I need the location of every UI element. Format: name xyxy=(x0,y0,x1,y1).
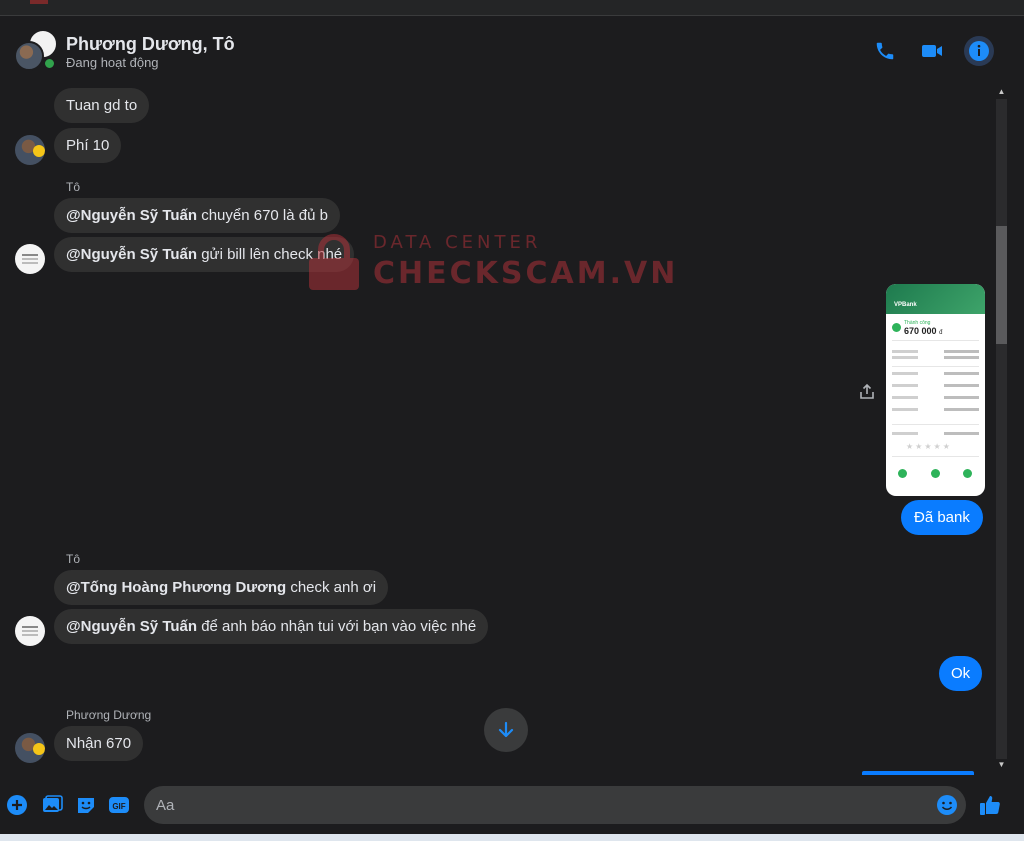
conversation-title[interactable]: Phương Dương, Tô xyxy=(66,34,235,55)
mention-link[interactable]: @Nguyễn Sỹ Tuấn xyxy=(66,246,197,263)
amount-currency: đ xyxy=(939,330,943,336)
scroll-up-arrow[interactable]: ▲ xyxy=(996,85,1007,99)
svg-text:GIF: GIF xyxy=(112,802,125,811)
divider xyxy=(892,456,979,457)
sender-name: Phương Dương xyxy=(66,708,152,722)
message-text: chuyển 670 là đủ b xyxy=(197,207,328,224)
rating-stars: ★★★★★ xyxy=(906,442,952,451)
message-bubble[interactable]: Nhận 670 xyxy=(54,726,144,761)
share-icon[interactable] xyxy=(858,383,876,401)
success-check-icon xyxy=(892,323,901,332)
receipt-amount: 670 000 đ xyxy=(904,326,942,336)
message-bubble[interactable]: @Nguyễn Sỹ Tuấn chuyển 670 là đủ b xyxy=(54,198,340,233)
avatar[interactable] xyxy=(15,135,45,165)
message-list: Tuan gd to Phí 10 Tô @Nguyễn Sỹ Tuấn chu… xyxy=(0,83,993,775)
message-text: check anh ơi xyxy=(286,579,377,596)
message-text: Phí 10 xyxy=(66,137,110,154)
receipt-brand: VPBank xyxy=(894,302,917,308)
message-bubble[interactable]: Tuan gd to xyxy=(54,88,150,123)
divider xyxy=(892,340,979,341)
divider xyxy=(892,424,979,425)
message-bubble-outgoing[interactable]: Đã bank xyxy=(901,500,983,535)
receipt-row xyxy=(892,384,979,387)
receipt-row xyxy=(892,372,979,375)
divider xyxy=(892,366,979,367)
scrollbar[interactable]: ▲ ▼ xyxy=(993,83,1010,775)
message-bubble[interactable]: Phí 10 xyxy=(54,128,122,163)
message-text: Ok xyxy=(951,665,971,682)
avatar[interactable] xyxy=(15,733,45,763)
message-composer: GIF xyxy=(0,776,1024,834)
message-bubble[interactable]: @Nguyễn Sỹ Tuấn để anh báo nhận tui với … xyxy=(54,609,489,644)
scroll-track[interactable] xyxy=(996,99,1007,759)
message-input[interactable] xyxy=(144,786,966,824)
tab-marker xyxy=(30,0,48,4)
window-bottom-edge xyxy=(0,834,1024,841)
receipt-row xyxy=(892,432,979,435)
info-icon[interactable] xyxy=(964,36,994,66)
image-icon[interactable] xyxy=(41,794,63,816)
scroll-down-arrow[interactable]: ▼ xyxy=(996,758,1007,772)
receipt-header: VPBank xyxy=(886,284,985,314)
avatar-primary xyxy=(14,41,44,71)
gif-icon[interactable]: GIF xyxy=(108,794,130,816)
receipt-row xyxy=(892,350,979,353)
message-text: gửi bill lên check nhé xyxy=(197,246,343,263)
receipt-row xyxy=(892,396,979,399)
message-text: để anh báo nhận tui với bạn vào việc nhé xyxy=(197,618,477,635)
group-avatar[interactable] xyxy=(14,29,60,75)
online-status-dot xyxy=(43,57,56,70)
receipt-row xyxy=(892,356,979,359)
receipt-action-icon xyxy=(963,469,972,478)
jump-to-latest-button[interactable] xyxy=(484,708,528,752)
mention-link[interactable]: @Nguyễn Sỹ Tuấn xyxy=(66,207,197,224)
receipt-action-icon xyxy=(898,469,907,478)
plus-icon[interactable] xyxy=(6,794,28,816)
phone-icon[interactable] xyxy=(871,37,899,65)
receipt-action-icon xyxy=(931,469,940,478)
emoji-icon[interactable] xyxy=(936,794,958,816)
amount-value: 670 000 xyxy=(904,326,937,336)
message-bubble[interactable]: @Tống Hoàng Phương Dương check anh ơi xyxy=(54,570,389,605)
avatar[interactable] xyxy=(15,244,45,274)
conversation-header: Phương Dương, Tô Đang hoạt động xyxy=(0,17,1024,83)
window-top-strip xyxy=(0,0,1024,16)
active-status: Đang hoạt động xyxy=(66,55,159,70)
messenger-window: Phương Dương, Tô Đang hoạt động Tuan gd … xyxy=(0,0,1024,841)
sender-name: Tô xyxy=(66,180,81,194)
mention-link[interactable]: @Nguyễn Sỹ Tuấn xyxy=(66,618,197,635)
sender-name: Tô xyxy=(66,552,81,566)
arrow-down-icon xyxy=(498,721,514,738)
message-bubble[interactable]: @Nguyễn Sỹ Tuấn gửi bill lên check nhé xyxy=(54,237,355,272)
receipt-image[interactable]: VPBank Thành công 670 000 đ ★★★★★ xyxy=(886,284,985,496)
outgoing-bubble-partial xyxy=(862,771,974,775)
scroll-thumb[interactable] xyxy=(996,226,1007,344)
like-icon[interactable] xyxy=(977,792,1003,818)
message-text: Nhận 670 xyxy=(66,735,132,752)
sticker-icon[interactable] xyxy=(75,794,97,816)
message-text: Tuan gd to xyxy=(66,97,138,114)
mention-link[interactable]: @Tống Hoàng Phương Dương xyxy=(66,579,286,596)
receipt-row xyxy=(892,408,979,411)
avatar[interactable] xyxy=(15,616,45,646)
video-icon[interactable] xyxy=(918,37,946,65)
message-text: Đã bank xyxy=(914,509,970,526)
message-bubble-outgoing[interactable]: Ok xyxy=(939,656,983,691)
